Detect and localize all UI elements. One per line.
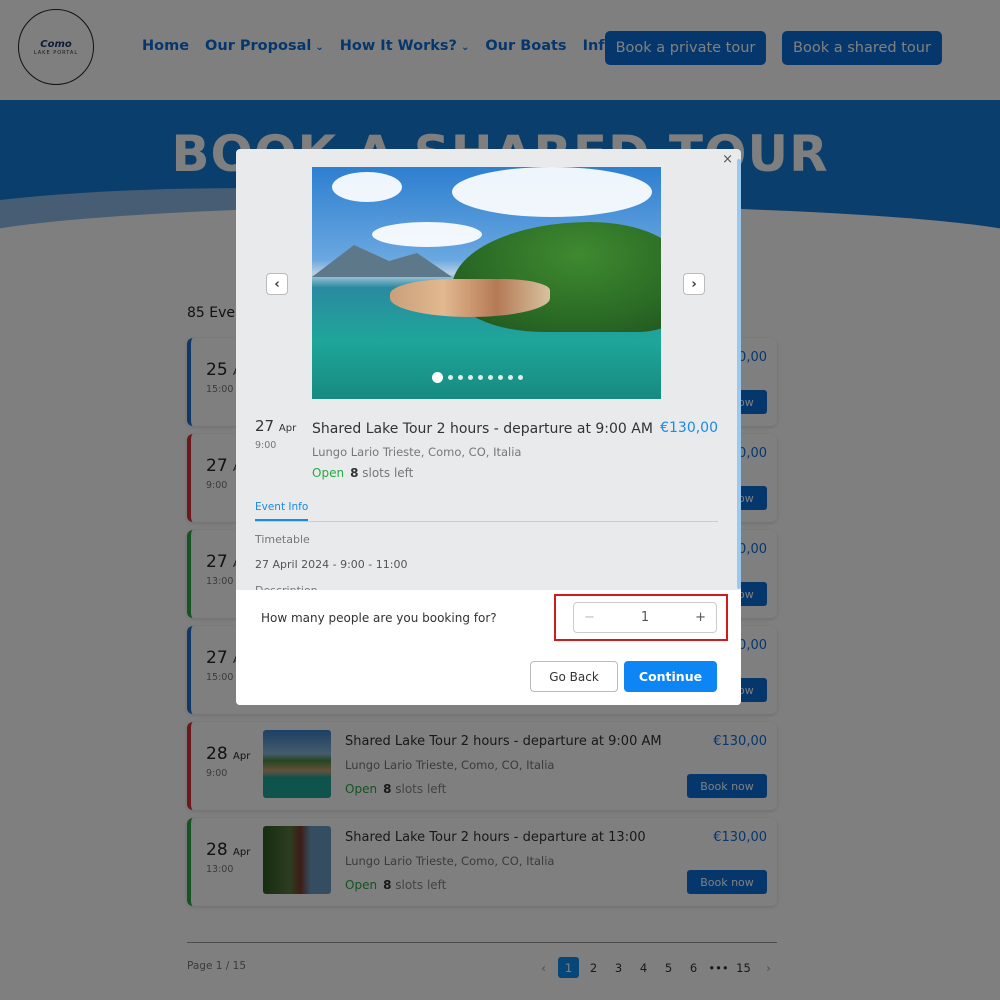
carousel-dot[interactable] — [448, 375, 453, 380]
tab-divider — [255, 521, 718, 522]
event-date: 27 Apr — [255, 417, 297, 435]
carousel-next-button[interactable]: › — [683, 273, 705, 295]
carousel-dot[interactable] — [478, 375, 483, 380]
timetable-label: Timetable — [255, 533, 310, 546]
go-back-button[interactable]: Go Back — [530, 661, 618, 692]
booking-modal: × ‹ › 27 Apr 9:00 Shared Lake Tour 2 hou… — [236, 149, 741, 705]
people-question: How many people are you booking for? — [261, 611, 497, 625]
plus-button[interactable]: + — [695, 610, 706, 625]
carousel-dot[interactable] — [468, 375, 473, 380]
carousel-dot[interactable] — [432, 372, 443, 383]
modal-footer: How many people are you booking for? − 1… — [236, 590, 741, 705]
event-status: Open8 slots left — [312, 466, 414, 480]
continue-button[interactable]: Continue — [624, 661, 717, 692]
carousel-dot[interactable] — [488, 375, 493, 380]
quantity-stepper: − 1 + — [573, 602, 717, 633]
quantity-input[interactable]: 1 — [641, 610, 649, 625]
event-price: €130,00 — [660, 420, 718, 436]
carousel-dot[interactable] — [508, 375, 513, 380]
carousel-dot[interactable] — [458, 375, 463, 380]
carousel-image — [312, 167, 661, 399]
carousel-dots — [432, 372, 523, 383]
event-address: Lungo Lario Trieste, Como, CO, Italia — [312, 445, 522, 459]
carousel-dot[interactable] — [518, 375, 523, 380]
scrollbar[interactable] — [737, 159, 741, 589]
carousel-dot[interactable] — [498, 375, 503, 380]
carousel-prev-button[interactable]: ‹ — [266, 273, 288, 295]
timetable-value: 27 April 2024 - 9:00 - 11:00 — [255, 558, 408, 571]
event-title: Shared Lake Tour 2 hours - departure at … — [312, 421, 653, 437]
close-icon[interactable]: × — [722, 152, 733, 167]
tab-event-info[interactable]: Event Info — [255, 501, 309, 521]
event-time: 9:00 — [255, 440, 277, 451]
minus-button[interactable]: − — [584, 610, 595, 625]
